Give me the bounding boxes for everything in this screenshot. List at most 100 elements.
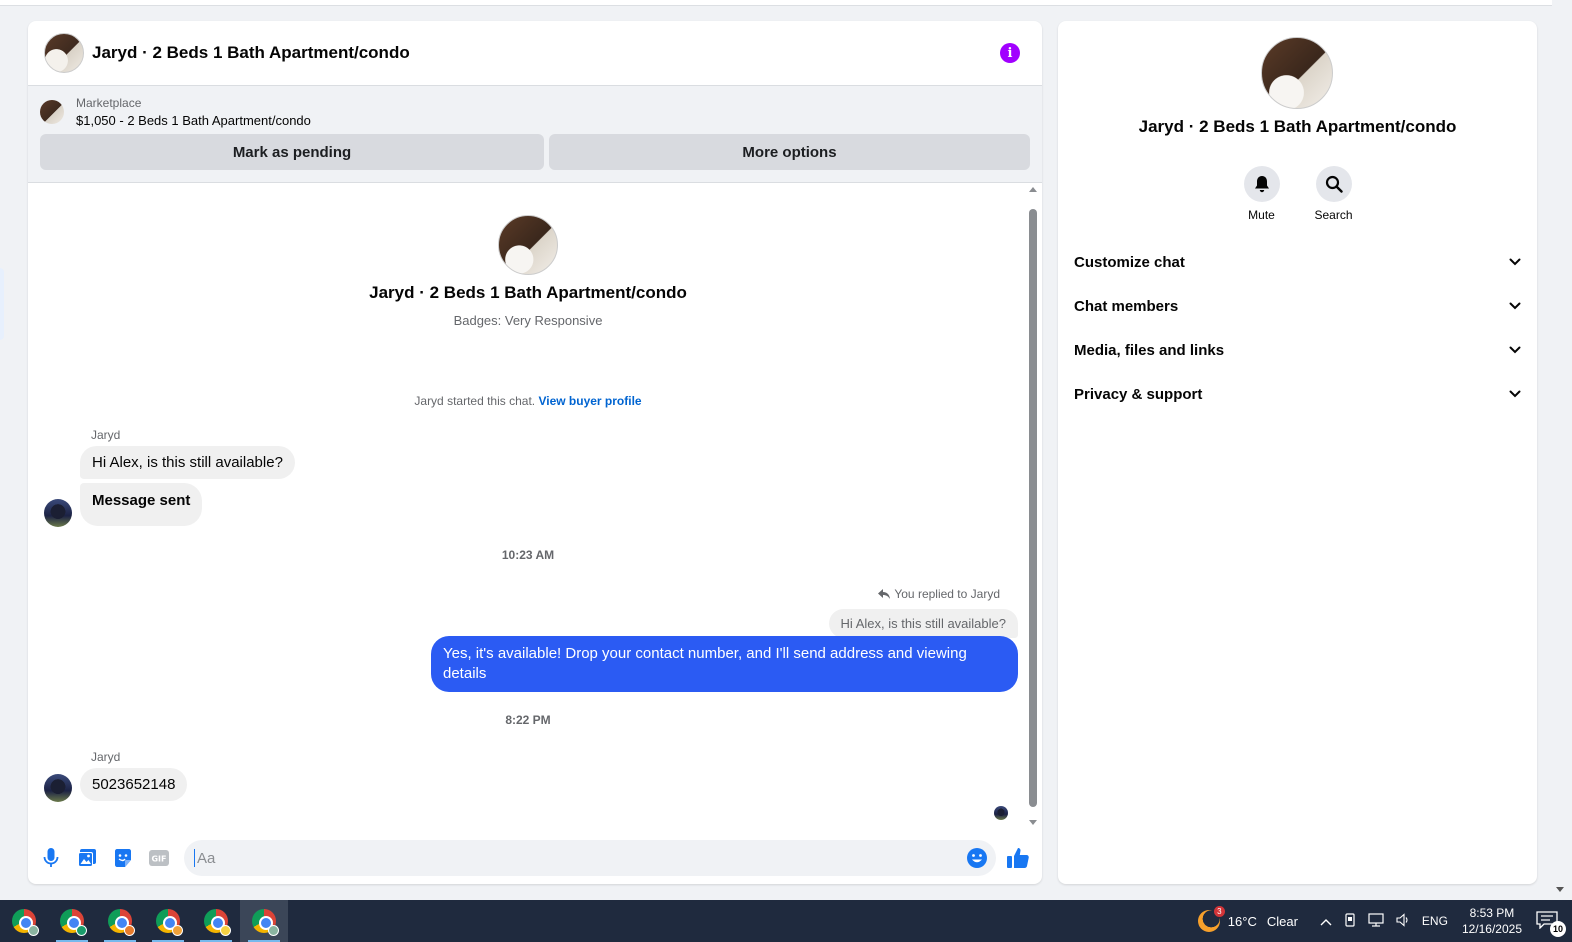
system-message: Jaryd started this chat. View buyer prof… (28, 394, 1028, 408)
taskbar-chrome-1[interactable] (0, 900, 48, 942)
taskbar-chrome-5[interactable] (192, 900, 240, 942)
search-button[interactable]: Search (1314, 166, 1353, 222)
chevron-down-icon (1509, 390, 1521, 398)
sidebar-sections: Customize chat Chat members Media, files… (1058, 240, 1537, 416)
chevron-down-icon (1509, 346, 1521, 354)
more-options-button[interactable]: More options (549, 134, 1030, 170)
clock-date: 12/16/2025 (1461, 922, 1522, 936)
chevron-down-icon (1509, 302, 1521, 310)
incoming-message[interactable]: Hi Alex, is this still available? (80, 446, 295, 479)
page-scroll-down-arrow-icon[interactable] (1556, 887, 1564, 892)
timestamp: 8:22 PM (505, 713, 551, 727)
listing-buttons: Mark as pending More options (40, 134, 1030, 170)
reply-arrow-icon (878, 589, 891, 599)
taskbar-chrome-6-active[interactable] (240, 900, 288, 942)
emoji-icon[interactable] (966, 847, 988, 869)
profile-badge-icon (220, 925, 231, 936)
profile-avatar[interactable] (498, 215, 558, 275)
profile-badge-icon (28, 925, 39, 936)
network-icon[interactable] (1368, 912, 1384, 930)
view-buyer-profile-link[interactable]: View buyer profile (538, 394, 641, 408)
top-strip (0, 0, 1552, 6)
microphone-icon[interactable] (40, 847, 62, 869)
search-label: Search (1314, 208, 1353, 222)
chat-header: Jaryd · 2 Beds 1 Bath Apartment/condo i (28, 21, 1042, 86)
volume-icon[interactable] (1396, 912, 1410, 930)
section-label: Chat members (1074, 297, 1179, 315)
taskbar: 3 16°C Clear ENG 8:53 PM 12/16/2025 10 (0, 900, 1572, 942)
language-indicator[interactable]: ENG (1422, 914, 1448, 928)
sender-avatar[interactable] (44, 774, 72, 802)
sender-name: Jaryd (91, 428, 121, 442)
taskbar-chrome-2[interactable] (48, 900, 96, 942)
section-privacy-support[interactable]: Privacy & support (1074, 372, 1521, 416)
sidebar-actions: Mute Search (1058, 166, 1537, 222)
incoming-message[interactable]: Message sent (80, 483, 203, 526)
mark-as-pending-button[interactable]: Mark as pending (40, 134, 544, 170)
sidebar-name: Jaryd · 2 Beds 1 Bath Apartment/condo (1138, 117, 1457, 136)
section-label: Customize chat (1074, 253, 1185, 271)
system-message-text: Jaryd started this chat. (414, 394, 539, 408)
temperature[interactable]: 16°C (1228, 914, 1257, 929)
chat-profile-block: Jaryd · 2 Beds 1 Bath Apartment/condo Ba… (28, 215, 1028, 328)
listing-price-title: $1,050 - 2 Beds 1 Bath Apartment/condo (76, 113, 311, 128)
notification-count-badge: 10 (1550, 921, 1566, 937)
outgoing-message[interactable]: Yes, it's available! Drop your contact n… (431, 636, 1018, 692)
scroll-thumb[interactable] (1029, 209, 1037, 807)
incoming-message[interactable]: 5023652148 (80, 768, 188, 801)
profile-badges: Badges: Very Responsive (453, 313, 603, 328)
chat-info-sidebar: Jaryd · 2 Beds 1 Bath Apartment/condo Mu… (1058, 21, 1537, 884)
weather-moon-icon[interactable]: 3 (1197, 906, 1225, 932)
notification-center-icon[interactable]: 10 (1536, 911, 1566, 937)
timestamp: 10:23 AM (501, 548, 555, 562)
profile-badge-icon (76, 925, 87, 936)
photo-icon[interactable] (76, 847, 98, 869)
svg-text:GIF: GIF (151, 855, 166, 864)
message-input-wrapper[interactable] (184, 840, 996, 876)
gif-icon[interactable]: GIF (148, 847, 170, 869)
mute-button[interactable]: Mute (1243, 166, 1280, 222)
listing-row[interactable]: Marketplace $1,050 - 2 Beds 1 Bath Apart… (40, 96, 1030, 128)
weather-badge: 3 (1213, 906, 1225, 917)
section-chat-members[interactable]: Chat members (1074, 284, 1521, 328)
clock[interactable]: 8:53 PM 12/16/2025 (1462, 905, 1522, 937)
section-customize-chat[interactable]: Customize chat (1074, 240, 1521, 284)
chevron-down-icon (1509, 258, 1521, 266)
system-tray: 3 16°C Clear ENG 8:53 PM 12/16/2025 10 (1197, 900, 1572, 942)
weather-condition[interactable]: Clear (1267, 914, 1298, 929)
taskbar-chrome-4[interactable] (144, 900, 192, 942)
chevron-up-icon[interactable] (1320, 914, 1332, 929)
listing-bar: Marketplace $1,050 - 2 Beds 1 Bath Apart… (28, 86, 1042, 183)
listing-text: Marketplace $1,050 - 2 Beds 1 Bath Apart… (76, 96, 311, 128)
search-icon[interactable] (1315, 166, 1352, 202)
sender-name: Jaryd (91, 750, 121, 764)
taskbar-chrome-3[interactable] (96, 900, 144, 942)
mute-label: Mute (1248, 208, 1275, 222)
section-label: Privacy & support (1074, 385, 1203, 403)
message-input[interactable] (194, 849, 966, 867)
replied-quote[interactable]: Hi Alex, is this still available? (828, 609, 1018, 638)
bell-icon[interactable] (1243, 166, 1280, 202)
seen-indicator-avatar (994, 806, 1008, 820)
replied-label-text: You replied to Jaryd (894, 587, 1000, 601)
section-media-files-links[interactable]: Media, files and links (1074, 328, 1521, 372)
sidebar-avatar[interactable] (1261, 37, 1333, 109)
thumbs-up-icon[interactable] (1006, 846, 1030, 870)
message-list[interactable]: Jaryd · 2 Beds 1 Bath Apartment/condo Ba… (28, 183, 1042, 831)
chat-title[interactable]: Jaryd · 2 Beds 1 Bath Apartment/condo (92, 43, 1000, 63)
info-icon[interactable]: i (1000, 43, 1020, 63)
left-edge-tab[interactable] (0, 268, 4, 340)
profile-badge-icon (268, 925, 279, 936)
scrollbar[interactable] (1028, 187, 1038, 825)
scroll-up-arrow-icon[interactable] (1029, 187, 1037, 192)
scroll-down-arrow-icon[interactable] (1029, 820, 1037, 825)
replied-label: You replied to Jaryd (878, 587, 1000, 601)
profile-badge-icon (124, 925, 135, 936)
profile-name: Jaryd · 2 Beds 1 Bath Apartment/condo (369, 283, 687, 302)
listing-source: Marketplace (76, 96, 142, 110)
clock-time: 8:53 PM (1469, 906, 1515, 920)
sender-avatar[interactable] (44, 499, 72, 527)
sticker-icon[interactable] (112, 847, 134, 869)
device-icon[interactable] (1344, 912, 1356, 930)
listing-avatar[interactable] (44, 33, 84, 73)
